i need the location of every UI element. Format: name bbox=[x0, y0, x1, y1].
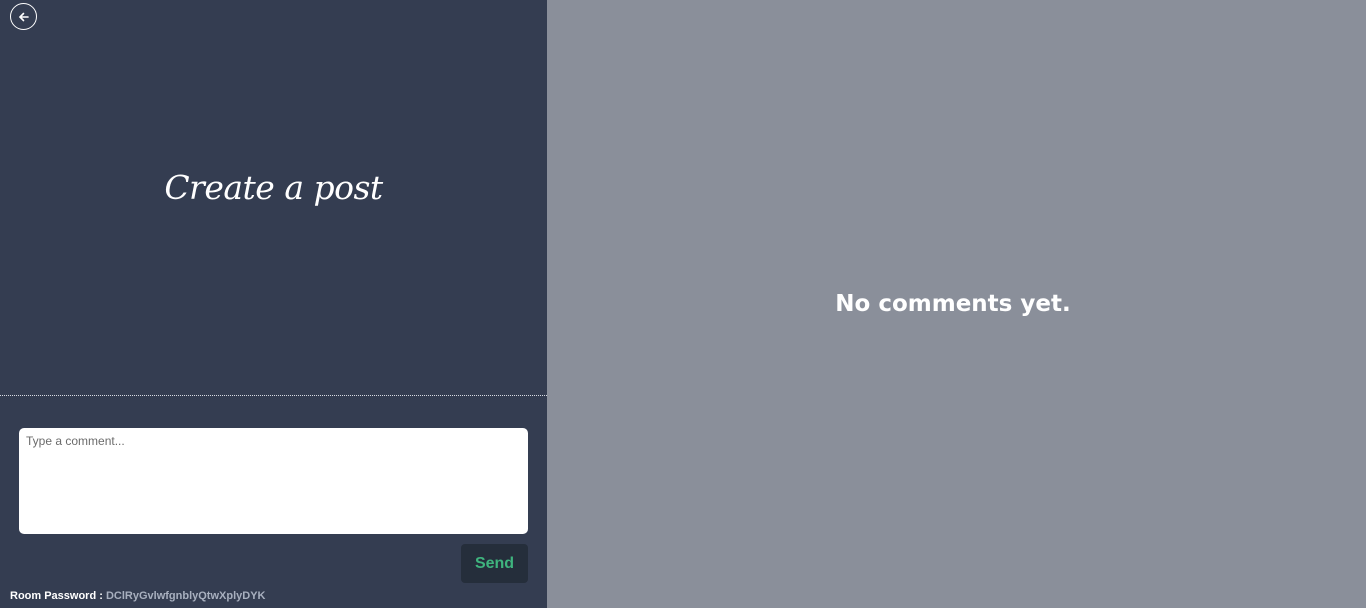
comments-panel: No comments yet. bbox=[547, 0, 1366, 608]
comment-input[interactable] bbox=[19, 428, 528, 534]
page-title: Create a post bbox=[164, 168, 383, 207]
empty-comments-message: No comments yet. bbox=[835, 291, 1071, 317]
section-divider bbox=[0, 395, 547, 396]
room-password-label: Room Password : bbox=[10, 590, 103, 602]
send-button[interactable]: Send bbox=[461, 544, 528, 583]
back-button[interactable] bbox=[10, 3, 37, 30]
room-password-value: DClRyGvlwfgnblyQtwXplyDYK bbox=[105, 590, 266, 602]
arrow-left-icon bbox=[18, 12, 29, 21]
room-password: Room Password : DClRyGvlwfgnblyQtwXplyDY… bbox=[10, 590, 266, 602]
app-root: Create a post Send Room Password : DClRy… bbox=[0, 0, 1366, 608]
left-panel: Create a post Send Room Password : DClRy… bbox=[0, 0, 547, 608]
